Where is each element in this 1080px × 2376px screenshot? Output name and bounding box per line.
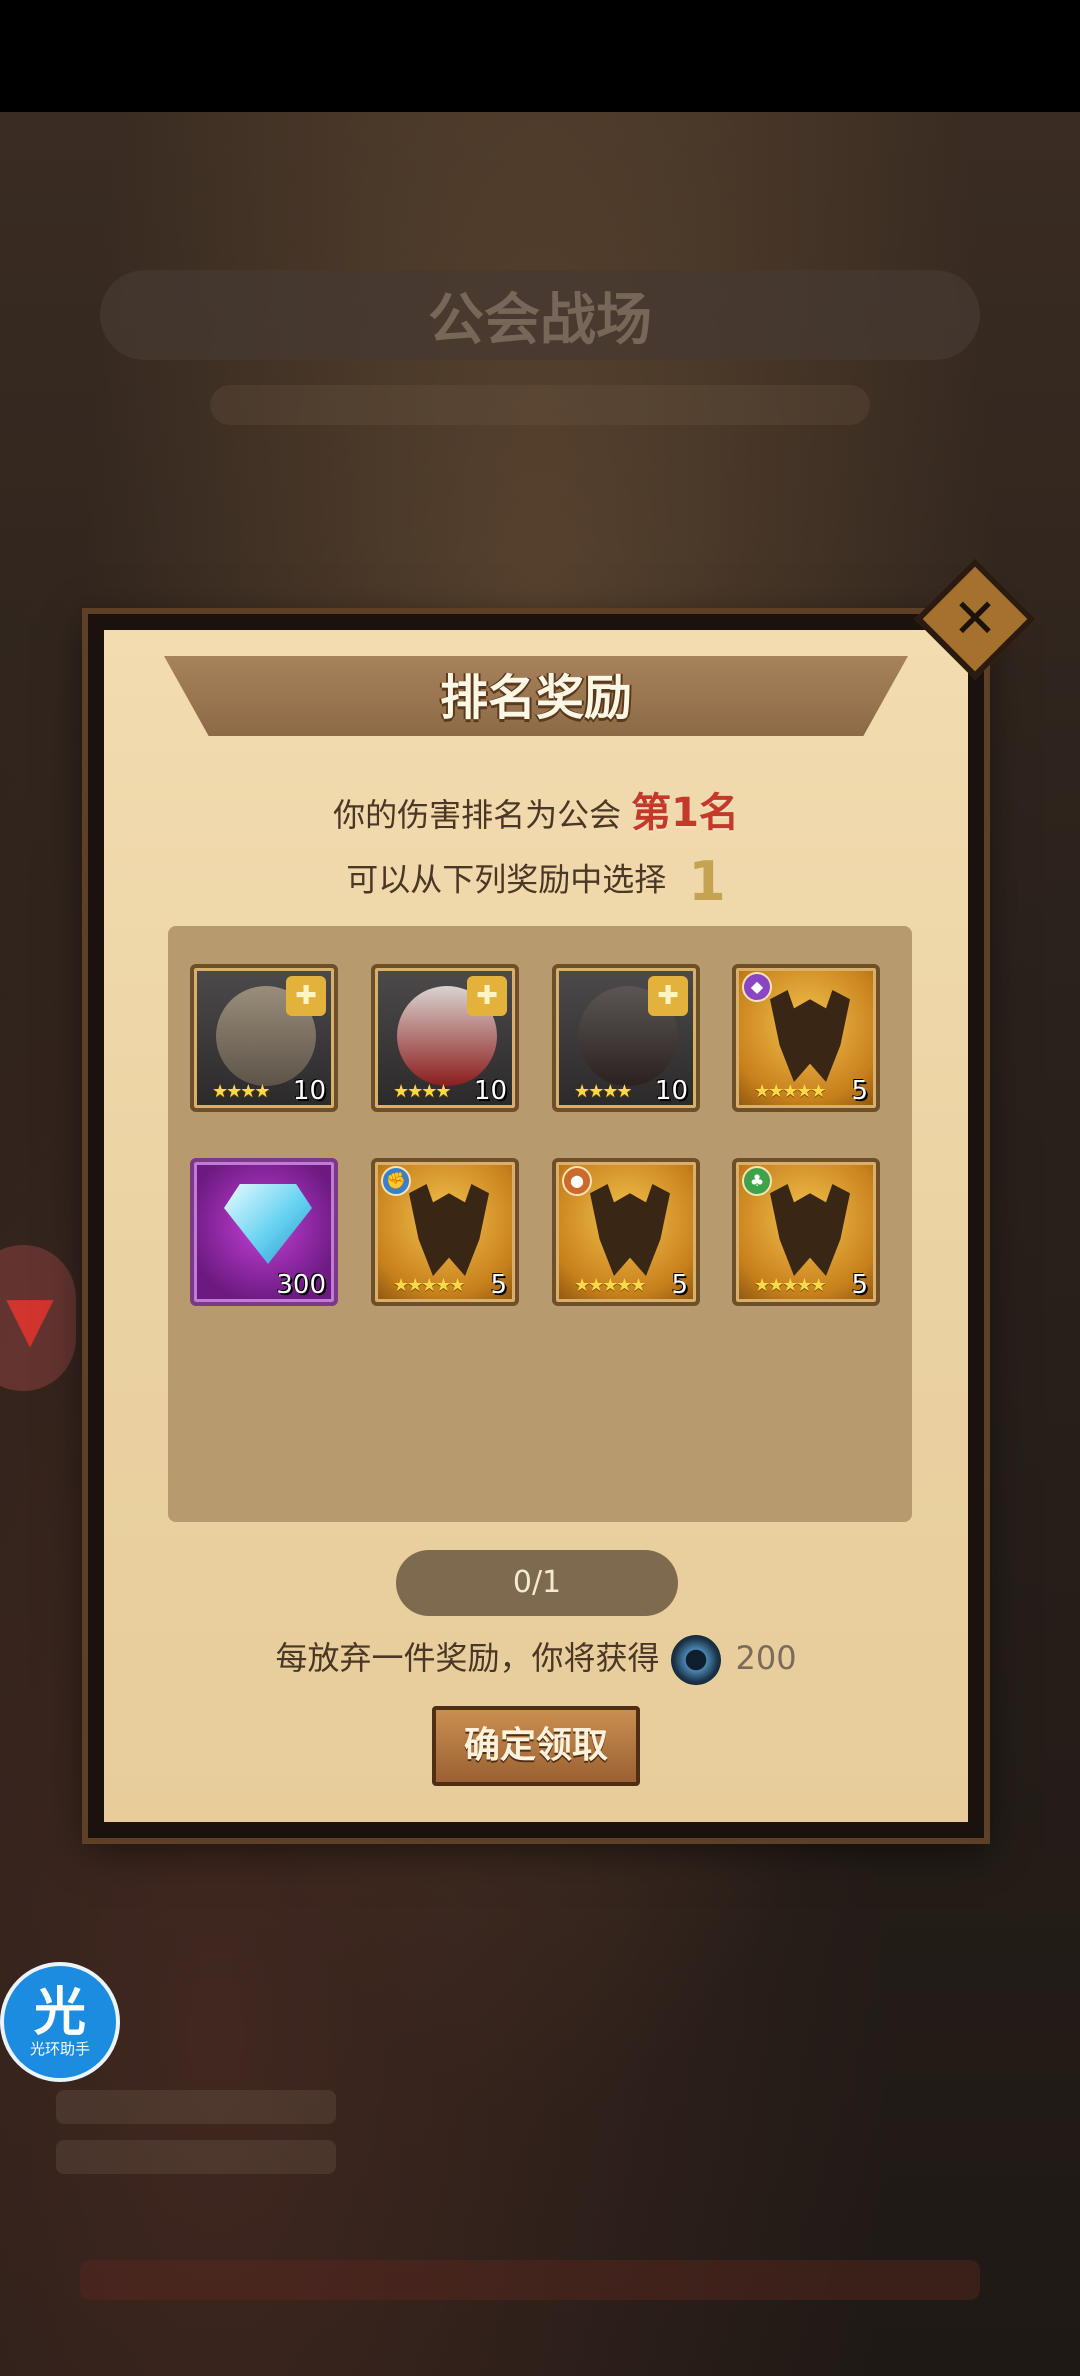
reward-count: 5 (851, 1076, 868, 1106)
reward-count: 10 (292, 1076, 326, 1106)
reward-panel: ✚ ★★★★ 10 ✚ ★★★★ 10 ✚ ★★★★ 10 ◆ ★★★★★ 5 … (168, 926, 912, 1522)
confirm-claim-button[interactable]: 确定领取 (432, 1706, 640, 1786)
helper-label: 光环助手 (29, 2040, 90, 2058)
star-rating: ★★★★★ (754, 1275, 827, 1296)
choose-count: 1 (688, 850, 726, 913)
star-rating: ★★★★★ (393, 1275, 466, 1296)
star-rating: ★★★★★ (754, 1081, 827, 1102)
helper-glyph: 光 (33, 1983, 86, 2043)
equipment-icon (770, 1184, 850, 1276)
selection-progress: 0/1 (396, 1550, 678, 1616)
equipment-icon (590, 1184, 670, 1276)
reward-item[interactable]: 300 (190, 1158, 338, 1306)
rank-prefix: 你的伤害排名为公会 (333, 796, 622, 834)
class-badge-icon: ♣ (742, 1166, 772, 1196)
class-badge-icon: ✊ (381, 1166, 411, 1196)
reward-item[interactable]: ✊ ★★★★★ 5 (371, 1158, 519, 1306)
background-text-line (56, 2140, 336, 2174)
currency-coin-icon (671, 1635, 722, 1685)
background-bar (80, 2260, 980, 2300)
reward-item[interactable]: ✚ ★★★★ 10 (552, 964, 700, 1112)
puzzle-fragment-icon: ✚ (467, 976, 507, 1016)
star-rating: ★★★★ (212, 1081, 271, 1102)
puzzle-fragment-icon: ✚ (648, 976, 688, 1016)
status-bar (0, 0, 1080, 112)
reward-item[interactable]: ✚ ★★★★ 10 (371, 964, 519, 1112)
background-subtitle (210, 385, 870, 425)
reward-item[interactable]: ◆ ★★★★★ 5 (732, 964, 880, 1112)
choose-prefix: 可以从下列奖励中选择 (346, 860, 667, 899)
forfeit-line: 每放弃一件奖励，你将获得 200 (104, 1632, 968, 1685)
class-badge-icon: ● (562, 1166, 592, 1196)
equipment-icon (770, 990, 850, 1082)
forfeit-text: 每放弃一件奖励，你将获得 (275, 1639, 660, 1677)
class-badge-icon: ◆ (742, 972, 772, 1002)
reward-item[interactable]: ● ★★★★★ 5 (552, 1158, 700, 1306)
rank-value: 第1名 (631, 790, 739, 836)
background-text-line (56, 2090, 336, 2124)
side-event-icon: ▼ (6, 1281, 54, 1355)
equipment-icon (409, 1184, 489, 1276)
reward-count: 5 (671, 1270, 688, 1300)
star-rating: ★★★★ (393, 1081, 452, 1102)
reward-count: 5 (851, 1270, 868, 1300)
reward-count: 10 (473, 1076, 507, 1106)
background-title: 公会战场 (100, 270, 980, 360)
star-rating: ★★★★★ (574, 1275, 647, 1296)
side-event-button[interactable]: ▼ (0, 1245, 76, 1391)
reward-count: 10 (654, 1076, 688, 1106)
close-icon: ✕ (952, 587, 998, 650)
dialog-title: 排名奖励 (439, 670, 632, 726)
reward-item[interactable]: ♣ ★★★★★ 5 (732, 1158, 880, 1306)
reward-count: 5 (490, 1270, 507, 1300)
star-rating: ★★★★ (574, 1081, 633, 1102)
forfeit-amount: 200 (735, 1639, 797, 1677)
helper-floating-button[interactable]: 光 光环助手 (0, 1962, 120, 2082)
choose-line: 可以从下列奖励中选择 1 (104, 850, 968, 913)
rank-line: 你的伤害排名为公会 第1名 (104, 780, 968, 838)
diamond-icon (224, 1184, 312, 1264)
reward-item[interactable]: ✚ ★★★★ 10 (190, 964, 338, 1112)
puzzle-fragment-icon: ✚ (286, 976, 326, 1016)
rank-reward-dialog: 排名奖励 你的伤害排名为公会 第1名 可以从下列奖励中选择 1 ✚ ★★★★ 10 … (88, 614, 984, 1838)
reward-count: 300 (276, 1270, 326, 1300)
